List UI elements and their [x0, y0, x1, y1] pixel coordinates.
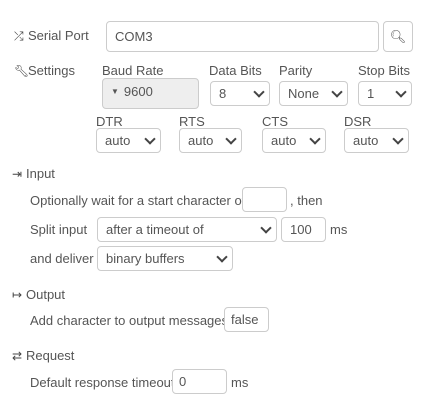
baud-rate-label: Baud Rate [102, 63, 164, 78]
parity-label: Parity [279, 63, 313, 78]
sign-in-icon: ⇥ [12, 167, 23, 181]
stop-bits-label: Stop Bits [358, 63, 411, 78]
stop-bits-select[interactable]: 1 [358, 81, 412, 106]
serial-port-label: ⤮ Serial Port [14, 28, 89, 43]
parity-select[interactable]: None [279, 81, 348, 106]
dsr-select[interactable]: auto [344, 128, 409, 153]
chevron-down-icon [392, 132, 404, 145]
baud-rate-select[interactable]: ▼ 9600 [102, 78, 199, 109]
timeout-unit-label: ms [231, 375, 249, 390]
wrench-icon: 🔧︎ [14, 64, 30, 78]
search-icon: 🔍︎ [389, 28, 407, 44]
chevron-down-icon [395, 85, 407, 98]
caret-down-icon: ▼ [111, 87, 119, 96]
chevron-down-icon [331, 85, 343, 98]
split-unit-label: ms [330, 222, 348, 237]
split-input-select[interactable]: after a timeout of [97, 217, 277, 242]
shuffle-icon: ⤮ [14, 29, 24, 43]
start-character-input[interactable] [242, 187, 287, 212]
output-header: ↦ Output [12, 287, 66, 302]
split-input-label: Split input [30, 222, 88, 237]
chevron-down-icon [309, 132, 321, 145]
split-timeout-input[interactable]: 100 [281, 217, 326, 242]
cts-select[interactable]: auto [262, 128, 326, 153]
chevron-down-icon [216, 250, 228, 263]
add-char-input[interactable]: false [224, 307, 269, 332]
rts-select[interactable]: auto [179, 128, 242, 153]
request-header: ⇄ Request [12, 348, 75, 363]
cts-label: CTS [262, 114, 288, 129]
chevron-down-icon [225, 132, 237, 145]
dtr-label: DTR [96, 114, 123, 129]
add-char-label: Add character to output messages [30, 313, 229, 328]
sign-out-icon: ↦ [12, 288, 23, 302]
dsr-label: DSR [344, 114, 372, 129]
rts-label: RTS [179, 114, 205, 129]
data-bits-select[interactable]: 8 [210, 81, 270, 106]
chevron-down-icon [260, 221, 272, 234]
wait-label: Optionally wait for a start character of [30, 193, 246, 208]
chevron-down-icon [253, 85, 265, 98]
data-bits-label: Data Bits [209, 63, 262, 78]
input-header: ⇥ Input [12, 166, 55, 181]
settings-label: 🔧︎Settings [14, 63, 75, 78]
then-label: , then [290, 193, 323, 208]
response-timeout-input[interactable]: 0 [172, 369, 227, 394]
serial-port-input[interactable]: COM3 [106, 21, 379, 52]
chevron-down-icon [144, 132, 156, 145]
exchange-icon: ⇄ [12, 349, 23, 363]
timeout-label: Default response timeout [30, 375, 175, 390]
dtr-select[interactable]: auto [96, 128, 161, 153]
search-port-button[interactable]: 🔍︎ [383, 21, 413, 52]
deliver-label: and deliver [30, 251, 94, 266]
deliver-select[interactable]: binary buffers [97, 246, 233, 271]
